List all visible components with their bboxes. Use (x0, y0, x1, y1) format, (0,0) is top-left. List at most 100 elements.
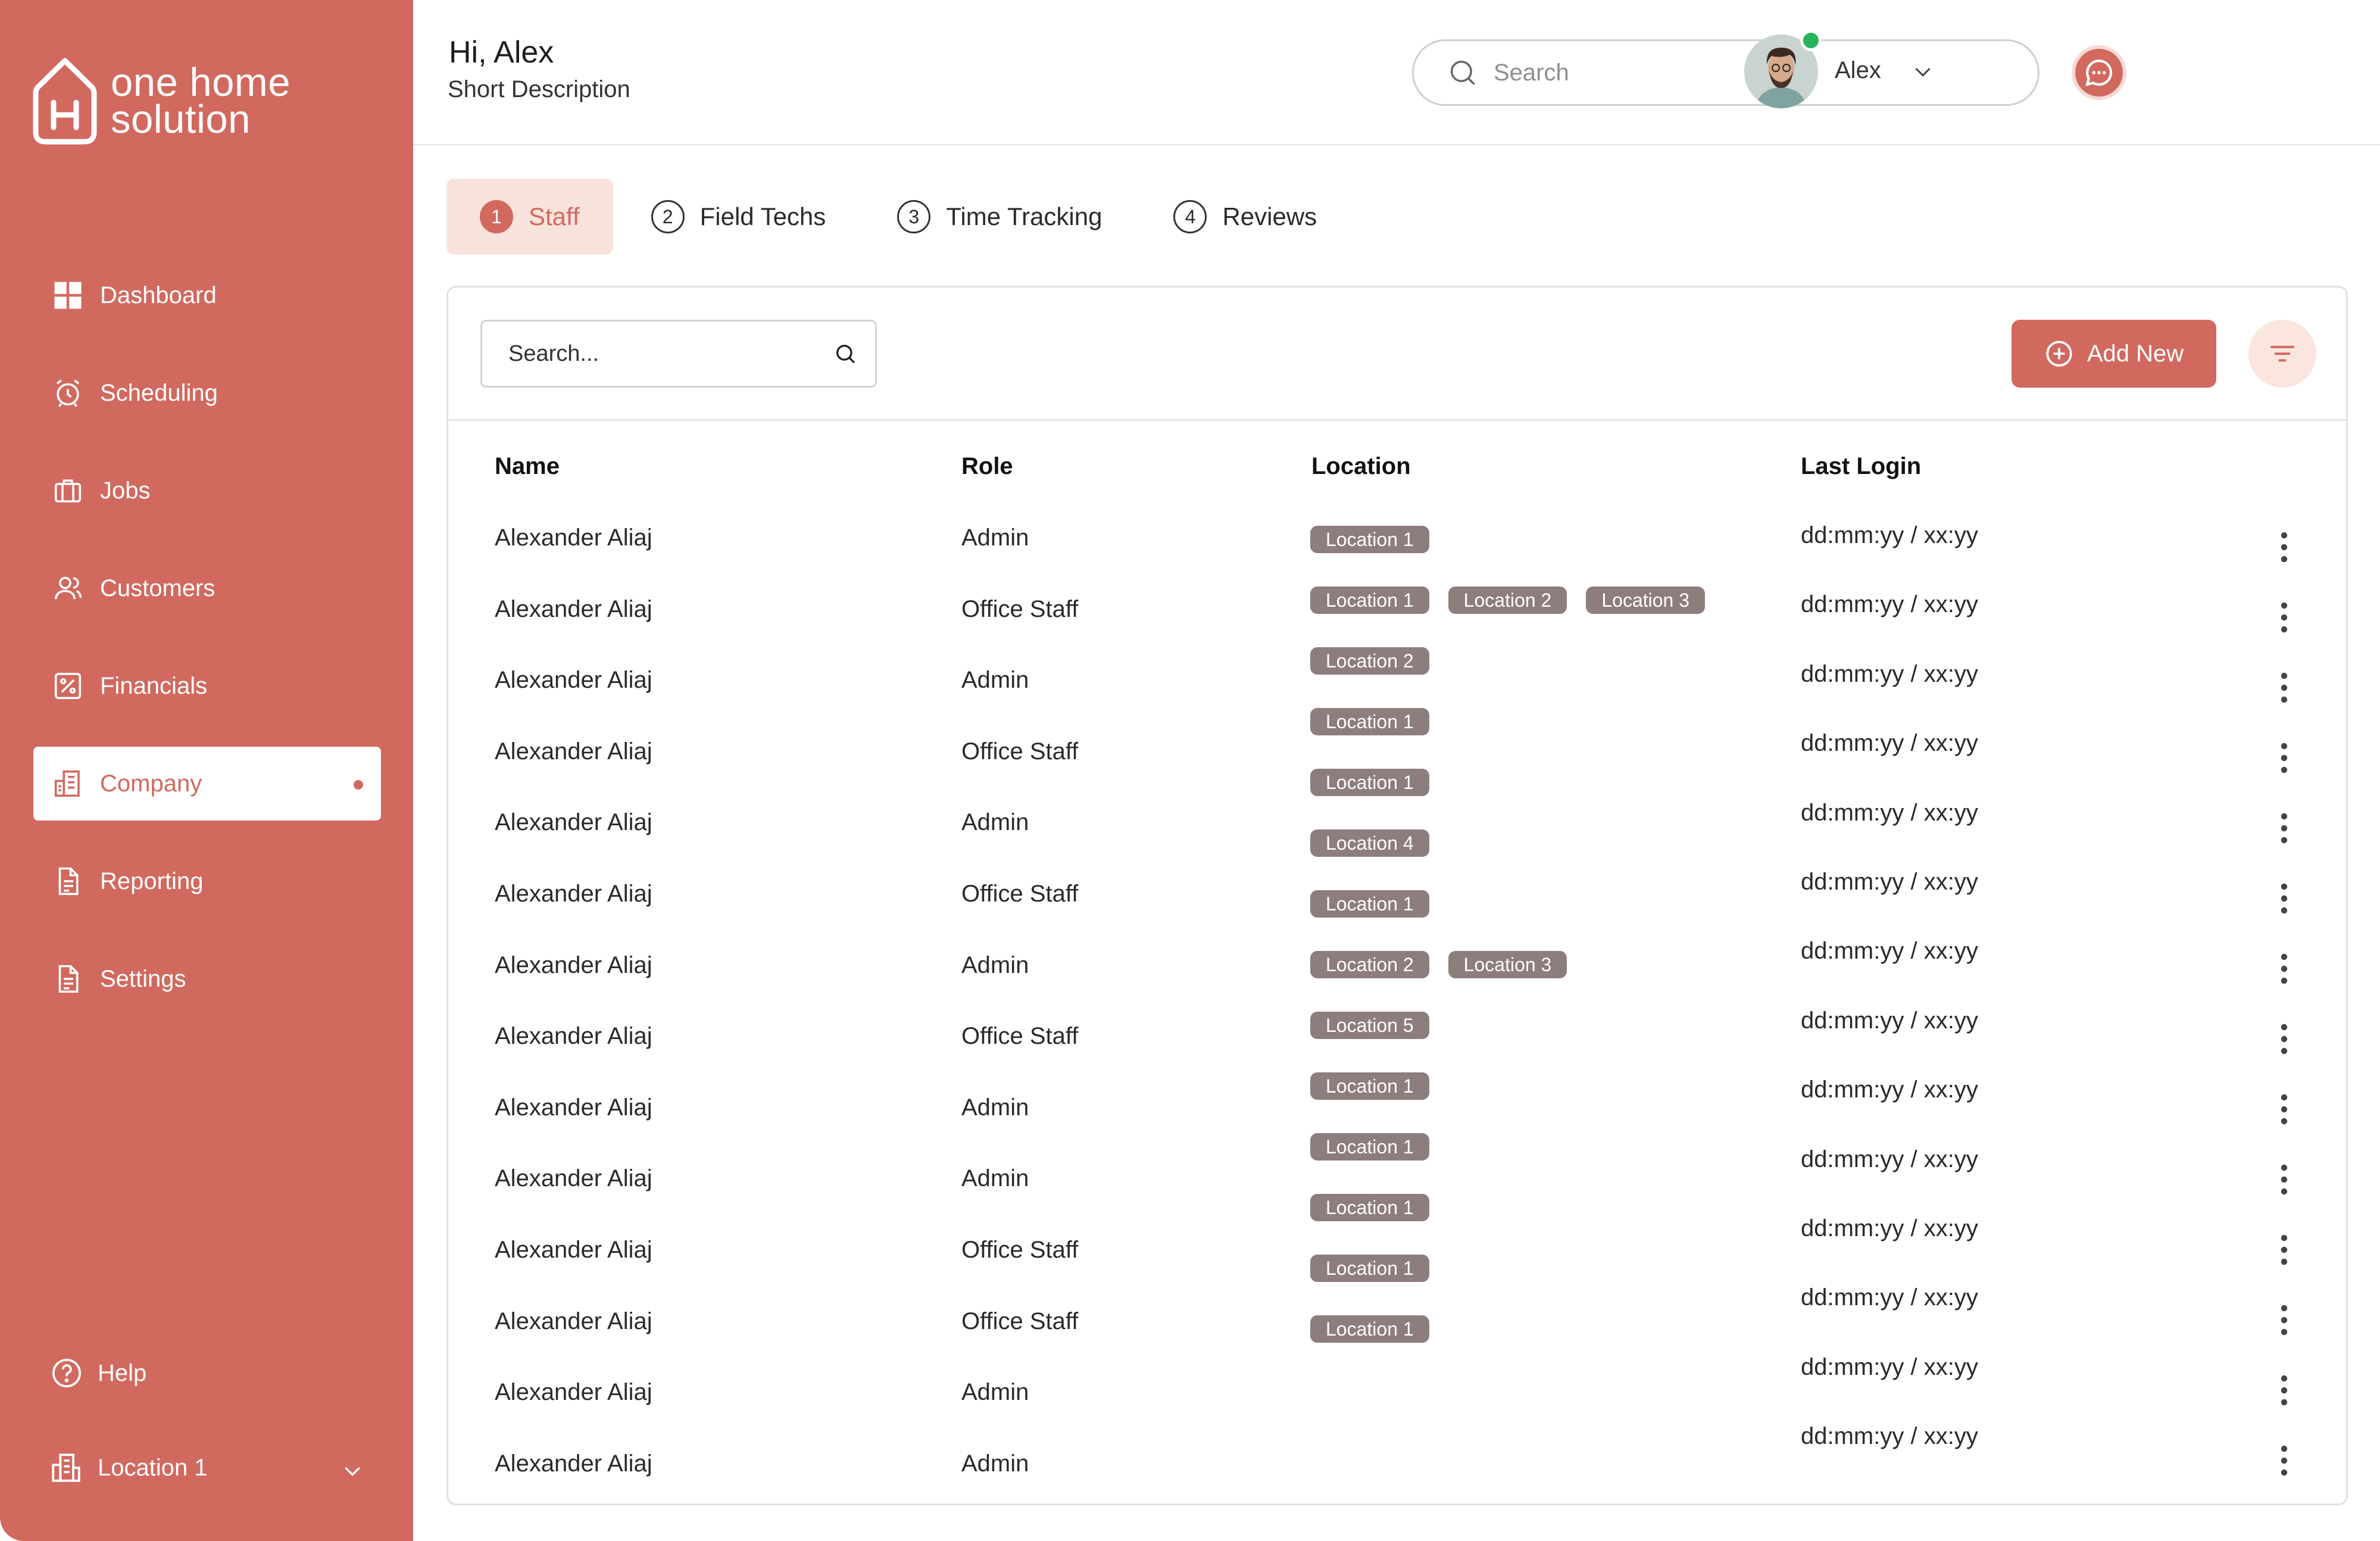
tab-time-tracking[interactable]: 3 Time Tracking (864, 179, 1135, 255)
location-chip: Location 1 (1310, 1133, 1429, 1161)
sidebar-item-label: Company (100, 770, 202, 797)
sidebar-item-scheduling[interactable]: Scheduling (33, 356, 381, 430)
cell-role: Admin (961, 525, 1029, 551)
cell-locations: Location 1 (1310, 526, 1448, 553)
cell-name: Alexander Aliaj (495, 525, 652, 551)
column-header-role[interactable]: Role (961, 453, 1013, 480)
location-chip: Location 2 (1448, 587, 1567, 614)
cell-locations: Location 2 Location 3 (1310, 951, 1586, 978)
sidebar-item-company[interactable]: Company (33, 747, 381, 821)
top-header: Hi, Alex Short Description (413, 0, 2380, 145)
tab-number: 2 (651, 200, 685, 233)
sidebar-item-financials[interactable]: Financials (33, 649, 381, 723)
kebab-menu-icon (2281, 1094, 2288, 1125)
row-menu-button[interactable] (2272, 1091, 2296, 1127)
cell-last-login: dd:mm:yy / xx:yy (1801, 938, 1978, 964)
location-chip: Location 4 (1310, 829, 1429, 857)
brand-line-2: solution (111, 97, 251, 142)
cell-last-login: dd:mm:yy / xx:yy (1801, 730, 1978, 756)
sidebar-item-label: Scheduling (100, 379, 218, 406)
row-menu-button[interactable] (2272, 529, 2296, 565)
column-header-last-login[interactable]: Last Login (1801, 453, 1921, 480)
location-chip: Location 1 (1310, 708, 1429, 735)
column-header-name[interactable]: Name (495, 453, 560, 480)
column-header-location[interactable]: Location (1311, 453, 1411, 480)
tab-reviews[interactable]: 4 Reviews (1140, 179, 1350, 255)
building-icon (50, 766, 86, 801)
sidebar-item-label: Dashboard (100, 282, 217, 308)
kebab-menu-icon (2281, 883, 2288, 914)
tab-field-techs[interactable]: 2 Field Techs (618, 179, 860, 255)
row-menu-button[interactable] (2272, 1372, 2296, 1408)
row-menu-button[interactable] (2272, 881, 2296, 916)
sidebar-item-customers[interactable]: Customers (33, 551, 381, 625)
sidebar-item-jobs[interactable]: Jobs (33, 454, 381, 528)
tab-bar: 1 Staff 2 Field Techs 3 Time Tracking 4 … (446, 179, 1355, 255)
cell-locations: Location 1 (1310, 890, 1448, 918)
cell-last-login: dd:mm:yy / xx:yy (1801, 1215, 1978, 1241)
row-menu-button[interactable] (2272, 600, 2296, 635)
global-search[interactable] (1412, 39, 2039, 106)
brand-logo[interactable]: one home solution (32, 57, 291, 145)
cell-locations: Location 1 (1310, 1315, 1448, 1343)
page-subtitle: Short Description (448, 76, 630, 102)
document-icon (50, 863, 86, 899)
location-selector[interactable]: Location 1 (49, 1450, 364, 1485)
row-menu-button[interactable] (2272, 1021, 2296, 1057)
messages-button[interactable] (2072, 45, 2126, 100)
location-chip: Location 5 (1310, 1012, 1429, 1039)
kebab-menu-icon (2281, 1234, 2288, 1265)
sidebar-item-reporting[interactable]: Reporting (33, 844, 381, 918)
sidebar-item-label: Settings (100, 965, 186, 992)
briefcase-icon (50, 473, 86, 509)
greeting: Hi, Alex (449, 35, 554, 70)
cell-last-login: dd:mm:yy / xx:yy (1801, 522, 1978, 548)
sidebar-item-label: Customers (100, 575, 215, 601)
kebab-menu-icon (2281, 953, 2288, 984)
row-menu-button[interactable] (2272, 1232, 2296, 1268)
row-menu-button[interactable] (2272, 1162, 2296, 1197)
kebab-menu-icon (2281, 1164, 2288, 1195)
sidebar-item-dashboard[interactable]: Dashboard (33, 258, 381, 332)
kebab-menu-icon (2281, 743, 2288, 773)
alarm-clock-icon (50, 375, 86, 411)
kebab-menu-icon (2281, 532, 2288, 563)
table-row[interactable]: Alexander Aliaj Admin Location 1 dd:mm:yy /… (448, 288, 2346, 1477)
location-chip: Location 1 (1310, 769, 1429, 796)
location-chip: Location 1 (1310, 1072, 1429, 1100)
row-menu-button[interactable] (2272, 1302, 2296, 1338)
cell-name: Alexander Aliaj (495, 1165, 652, 1191)
chevron-down-icon[interactable] (1911, 60, 1935, 83)
tab-number: 1 (480, 200, 513, 233)
sidebar-item-settings[interactable]: Settings (33, 942, 381, 1016)
row-menu-button[interactable] (2272, 740, 2296, 776)
cell-locations: Location 5 (1310, 1012, 1448, 1039)
cell-locations: Location 1 (1310, 1072, 1448, 1100)
cell-name: Alexander Aliaj (495, 1094, 652, 1121)
cell-last-login: dd:mm:yy / xx:yy (1801, 1354, 1978, 1380)
cell-role: Office Staff (961, 596, 1079, 622)
help-link[interactable]: Help (50, 1356, 146, 1390)
cell-last-login: dd:mm:yy / xx:yy (1801, 800, 1978, 826)
chat-bubble-icon (2085, 60, 2113, 86)
cell-name: Alexander Aliaj (495, 1023, 652, 1049)
tab-label: Reviews (1222, 202, 1317, 230)
location-selector-label: Location 1 (98, 1454, 208, 1481)
user-name[interactable]: Alex (1835, 57, 1881, 84)
tab-staff[interactable]: 1 Staff (446, 179, 613, 255)
cell-name: Alexander Aliaj (495, 1450, 652, 1477)
cell-name: Alexander Aliaj (495, 738, 652, 765)
cell-role: Office Staff (961, 1237, 1079, 1263)
cell-name: Alexander Aliaj (495, 1379, 652, 1405)
sidebar-nav: Dashboard Scheduling Jobs Customers Fina… (33, 258, 381, 1040)
row-menu-button[interactable] (2272, 670, 2296, 706)
cell-role: Admin (961, 1379, 1029, 1405)
cell-locations: Location 1 (1310, 1194, 1448, 1221)
row-menu-button[interactable] (2272, 951, 2296, 987)
sidebar-item-label: Jobs (100, 477, 151, 504)
cell-name: Alexander Aliaj (495, 596, 652, 622)
cell-locations: Location 1 (1310, 1255, 1448, 1282)
cell-name: Alexander Aliaj (495, 1308, 652, 1334)
row-menu-button[interactable] (2272, 810, 2296, 846)
row-menu-button[interactable] (2272, 1443, 2296, 1478)
